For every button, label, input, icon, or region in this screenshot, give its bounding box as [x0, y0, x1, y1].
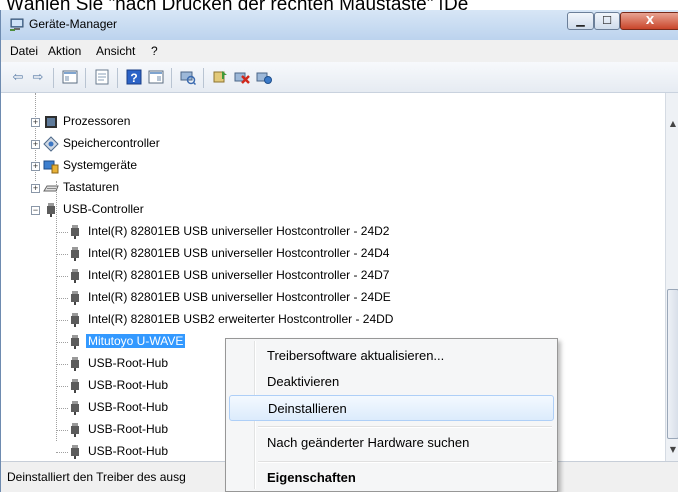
tree-item-prozessoren[interactable]: + Prozessoren — [31, 111, 331, 133]
toolbar-separator — [85, 68, 86, 88]
tree-item-device[interactable]: Intel(R) 82801EB USB universeller Hostco… — [55, 243, 615, 265]
usb-device-icon — [71, 401, 79, 415]
disable-icon[interactable] — [255, 68, 273, 86]
expand-icon[interactable]: + — [31, 140, 40, 149]
tree-item-label: Intel(R) 82801EB USB universeller Hostco… — [88, 224, 390, 238]
maximize-button[interactable]: ☐ — [594, 12, 620, 30]
tree-item-device[interactable]: Intel(R) 82801EB USB universeller Hostco… — [55, 287, 615, 309]
usb-icon — [47, 203, 55, 217]
menu-item-label: Eigenschaften — [267, 470, 356, 485]
menu-separator — [258, 426, 552, 428]
forward-arrow-icon[interactable]: ⇨ — [29, 68, 47, 86]
status-text: Deinstalliert den Treiber des ausg — [7, 470, 186, 484]
usb-device-icon — [71, 313, 79, 327]
close-button[interactable]: X — [620, 12, 678, 30]
minimize-icon: ▁ — [576, 14, 585, 27]
tree-item-label: USB-Root-Hub — [88, 444, 169, 458]
menu-item-update-driver[interactable]: Treibersoftware aktualisieren... — [229, 343, 554, 369]
menu-item-deactivate[interactable]: Deaktivieren — [229, 369, 554, 395]
menu-aktion[interactable]: Aktion — [48, 44, 81, 58]
usb-device-icon — [71, 225, 79, 239]
tree-item-label: Systemgeräte — [63, 158, 138, 172]
tree-item-label: Intel(R) 82801EB USB universeller Hostco… — [88, 268, 390, 282]
menu-item-uninstall[interactable]: Deinstallieren — [229, 395, 554, 421]
tree-item-label: USB-Root-Hub — [88, 400, 169, 414]
scan-hardware-icon[interactable] — [179, 68, 197, 86]
toolbar-separator — [53, 68, 54, 88]
scroll-up-icon[interactable]: ▲ — [666, 119, 678, 135]
menu-item-properties[interactable]: Eigenschaften — [229, 465, 554, 491]
menu-item-label: Treibersoftware aktualisieren... — [267, 348, 445, 363]
tree-item-usb-controller[interactable]: − USB-Controller — [31, 199, 331, 221]
console-tree-icon[interactable] — [61, 68, 79, 86]
help-icon[interactable]: ? — [125, 68, 143, 86]
storage-controller-icon — [43, 136, 59, 152]
maximize-icon: ☐ — [602, 14, 612, 27]
tree-item-device[interactable]: Intel(R) 82801EB USB2 erweiterter Hostco… — [55, 309, 615, 331]
usb-device-icon — [71, 423, 79, 437]
view-icon[interactable] — [147, 68, 165, 86]
usb-device-icon — [71, 269, 79, 283]
svg-text:?: ? — [130, 71, 137, 85]
tree-item-label: USB-Root-Hub — [88, 356, 169, 370]
keyboard-icon — [43, 185, 59, 192]
toolbar-separator — [117, 68, 118, 88]
minimize-button[interactable]: ▁ — [567, 12, 594, 30]
expand-icon[interactable]: + — [31, 118, 40, 127]
tree-item-device[interactable]: Intel(R) 82801EB USB universeller Hostco… — [55, 221, 615, 243]
tree-item-label: USB-Controller — [63, 202, 144, 216]
menu-datei[interactable]: Datei — [10, 44, 38, 58]
menu-bar: Datei Aktion Ansicht ? — [1, 40, 678, 63]
toolbar-separator — [171, 68, 172, 88]
collapse-icon[interactable]: − — [31, 206, 40, 215]
usb-device-icon — [71, 357, 79, 371]
usb-device-icon — [71, 445, 79, 459]
usb-device-icon — [71, 247, 79, 261]
tree-item-label: Prozessoren — [63, 114, 131, 128]
menu-item-scan-hardware[interactable]: Nach geänderter Hardware suchen — [229, 430, 554, 456]
tree-item-label: USB-Root-Hub — [88, 422, 169, 436]
menu-ansicht[interactable]: Ansicht — [96, 44, 135, 58]
system-devices-icon — [43, 160, 59, 174]
menu-item-label: Nach geänderter Hardware suchen — [267, 435, 470, 450]
scroll-down-icon[interactable]: ▼ — [666, 445, 678, 461]
scrollbar-thumb[interactable] — [667, 289, 678, 439]
context-menu: Treibersoftware aktualisieren... Deaktiv… — [225, 338, 558, 492]
usb-device-icon — [71, 379, 79, 393]
title-bar[interactable]: Geräte-Manager ▁ ☐ X — [1, 10, 678, 40]
tree-item-tastaturen[interactable]: + Tastaturen — [31, 177, 331, 199]
menu-item-label: Deaktivieren — [267, 374, 340, 389]
toolbar-separator — [203, 68, 204, 88]
usb-device-icon — [71, 335, 79, 349]
uninstall-icon[interactable] — [233, 68, 251, 86]
toolbar: ⇦ ⇨ ? — [1, 62, 678, 93]
tree-item-label: Speichercontroller — [63, 136, 160, 150]
close-icon: X — [645, 14, 655, 27]
menu-help[interactable]: ? — [151, 44, 158, 58]
tree-item-speichercontroller[interactable]: + Speichercontroller — [31, 133, 331, 155]
window-title: Geräte-Manager — [29, 17, 118, 31]
tree-item-label: Mitutoyo U-WAVE — [86, 334, 186, 348]
vertical-scrollbar[interactable]: ▲ ▼ — [665, 93, 678, 461]
tree-item-label: Tastaturen — [63, 180, 120, 194]
update-driver-icon[interactable] — [211, 68, 229, 86]
device-manager-icon — [10, 18, 24, 31]
menu-item-label: Deinstallieren — [268, 401, 347, 416]
tree-item-label: Intel(R) 82801EB USB universeller Hostco… — [88, 246, 390, 260]
tree-item-systemgeraete[interactable]: + Systemgeräte — [31, 155, 331, 177]
usb-device-icon — [71, 291, 79, 305]
tree-item-label: Intel(R) 82801EB USB universeller Hostco… — [88, 290, 391, 304]
tree-item-label: Intel(R) 82801EB USB2 erweiterter Hostco… — [88, 312, 394, 326]
menu-separator — [258, 461, 552, 463]
back-arrow-icon[interactable]: ⇦ — [9, 68, 27, 86]
processor-icon — [45, 116, 57, 128]
properties-icon[interactable] — [93, 68, 111, 86]
expand-icon[interactable]: + — [31, 184, 40, 193]
tree-item-device[interactable]: Intel(R) 82801EB USB universeller Hostco… — [55, 265, 615, 287]
expand-icon[interactable]: + — [31, 162, 40, 171]
tree-item-label: USB-Root-Hub — [88, 378, 169, 392]
